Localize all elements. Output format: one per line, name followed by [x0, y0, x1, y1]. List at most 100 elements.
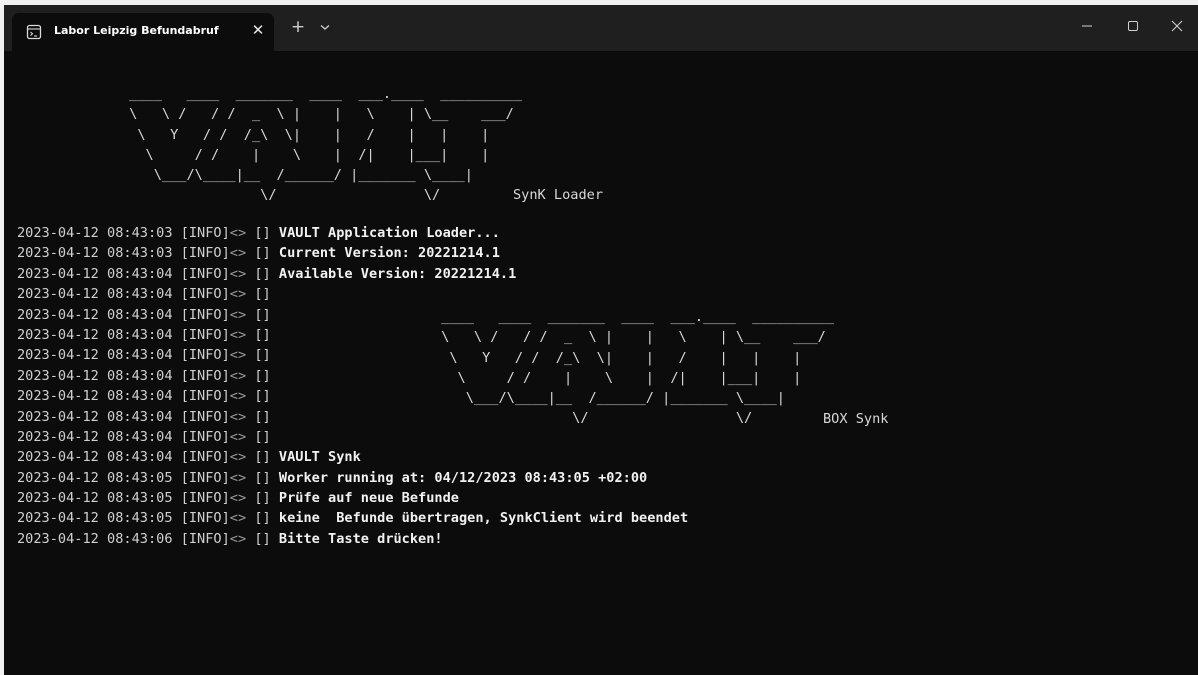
log-timestamp: 2023-04-12 08:43:04	[17, 388, 173, 405]
log-message: Prüfe auf neue Befunde	[278, 490, 459, 507]
log-separator: <>	[229, 306, 247, 323]
log-separator: <>	[229, 449, 247, 466]
log-bracket: []	[254, 408, 271, 425]
log-bracket: []	[254, 449, 271, 466]
tab-labor-leipzig[interactable]: Labor Leipzig Befundabruf ✕	[12, 13, 274, 51]
log-message: Worker running at: 04/12/2023 08:43:05 +…	[278, 469, 648, 486]
log-timestamp: 2023-04-12 08:43:04	[17, 286, 173, 303]
log-bracket: []	[254, 265, 271, 282]
log-line: 2023-04-12 08:43:06 [INFO]<> [] Bitte Ta…	[17, 529, 688, 549]
log-line: 2023-04-12 08:43:03 [INFO]<> [] VAULT Ap…	[17, 223, 688, 243]
log-level: [INFO]	[180, 408, 230, 425]
log-bracket: []	[254, 225, 271, 241]
log-timestamp: 2023-04-12 08:43:05	[17, 510, 173, 527]
log-bracket: []	[254, 286, 271, 303]
log-separator: <>	[229, 367, 247, 384]
minimize-icon[interactable]	[1064, 5, 1110, 49]
log-line: 2023-04-12 08:43:04 [INFO]<> []	[17, 386, 688, 406]
log-level: [INFO]	[180, 469, 230, 486]
log-bracket: []	[254, 530, 271, 547]
log-bracket: []	[254, 428, 271, 445]
log-level: [INFO]	[180, 530, 230, 547]
log-separator: <>	[229, 428, 247, 445]
log-line: 2023-04-12 08:43:04 [INFO]<> []	[17, 305, 688, 325]
log-message: VAULT Synk	[278, 449, 361, 466]
chevron-down-icon[interactable]	[316, 17, 334, 37]
log-bracket: []	[254, 367, 271, 384]
new-tab-button[interactable]: +	[288, 17, 308, 37]
log-line: 2023-04-12 08:43:04 [INFO]<> []	[17, 407, 688, 427]
log-level: [INFO]	[180, 326, 230, 343]
log-level: [INFO]	[180, 347, 230, 364]
tab-close-icon[interactable]: ✕	[248, 20, 268, 40]
log-timestamp: 2023-04-12 08:43:06	[17, 530, 173, 547]
log-separator: <>	[229, 326, 247, 343]
log-bracket: []	[254, 326, 271, 343]
log-level: [INFO]	[180, 306, 230, 323]
terminal-window: Labor Leipzig Befundabruf ✕ + ____ ____ …	[4, 5, 1198, 675]
log-line: 2023-04-12 08:43:04 [INFO]<> []	[17, 284, 688, 304]
box-synk-caption: BOX Synk	[823, 411, 889, 427]
log-line: 2023-04-12 08:43:05 [INFO]<> [] Worker r…	[17, 468, 688, 488]
log-line: 2023-04-12 08:43:04 [INFO]<> []	[17, 427, 688, 447]
log-timestamp: 2023-04-12 08:43:04	[17, 428, 173, 445]
log-line: 2023-04-12 08:43:04 [INFO]<> []	[17, 325, 688, 345]
log-separator: <>	[229, 245, 247, 262]
log-line: 2023-04-12 08:43:05 [INFO]<> [] Prüfe au…	[17, 488, 688, 508]
log-level: [INFO]	[180, 490, 230, 507]
log-level: [INFO]	[180, 510, 230, 527]
log-message: Current Version: 20221214.1	[278, 245, 500, 262]
log-bracket: []	[254, 347, 271, 364]
log-level: [INFO]	[180, 449, 230, 466]
log-line: 2023-04-12 08:43:03 [INFO]<> [] Current …	[17, 243, 688, 263]
log-timestamp: 2023-04-12 08:43:04	[17, 449, 173, 466]
log-bracket: []	[254, 469, 271, 486]
log-level: [INFO]	[180, 388, 230, 405]
log-line: 2023-04-12 08:43:04 [INFO]<> []	[17, 366, 688, 386]
close-icon[interactable]	[1154, 5, 1198, 49]
log-level: [INFO]	[180, 265, 230, 282]
log-line: 2023-04-12 08:43:04 [INFO]<> []	[17, 345, 688, 365]
log-timestamp: 2023-04-12 08:43:04	[17, 347, 173, 364]
log-timestamp: 2023-04-12 08:43:05	[17, 490, 173, 507]
vault-banner-top: ____ ____ _______ ____ ___.____ ________…	[129, 86, 523, 204]
log-level: [INFO]	[180, 286, 230, 303]
log-line: 2023-04-12 08:43:04 [INFO]<> [] Availabl…	[17, 264, 688, 284]
log-timestamp: 2023-04-12 08:43:04	[17, 367, 173, 384]
log-level: [INFO]	[180, 245, 230, 262]
terminal-icon	[26, 24, 42, 40]
log-message: Bitte Taste drücken!	[278, 530, 443, 547]
log-separator: <>	[229, 388, 247, 405]
tab-title: Labor Leipzig Befundabruf	[54, 24, 219, 37]
log-separator: <>	[229, 265, 247, 282]
log-message: keine Befunde übertragen, SynkClient wir…	[278, 510, 689, 527]
log-bracket: []	[254, 510, 271, 527]
terminal-output[interactable]: ____ ____ _______ ____ ___.____ ________…	[4, 51, 1198, 675]
log-line: 2023-04-12 08:43:05 [INFO]<> [] keine Be…	[17, 508, 688, 528]
log-separator: <>	[229, 286, 247, 303]
title-bar[interactable]: Labor Leipzig Befundabruf ✕ +	[4, 5, 1198, 51]
log-level: [INFO]	[180, 367, 230, 384]
log-timestamp: 2023-04-12 08:43:05	[17, 469, 173, 486]
log-separator: <>	[229, 225, 247, 241]
log-bracket: []	[254, 490, 271, 507]
log-timestamp: 2023-04-12 08:43:03	[17, 245, 173, 262]
log-separator: <>	[229, 408, 247, 425]
maximize-icon[interactable]	[1110, 5, 1156, 49]
log-list: 2023-04-12 08:43:03 [INFO]<> [] VAULT Ap…	[17, 223, 688, 549]
log-message: Available Version: 20221214.1	[278, 265, 517, 282]
log-timestamp: 2023-04-12 08:43:03	[17, 225, 173, 241]
synk-loader-caption: SynK Loader	[513, 187, 604, 203]
log-bracket: []	[254, 245, 271, 262]
log-timestamp: 2023-04-12 08:43:04	[17, 306, 173, 323]
log-bracket: []	[254, 306, 271, 323]
log-timestamp: 2023-04-12 08:43:04	[17, 265, 173, 282]
log-timestamp: 2023-04-12 08:43:04	[17, 408, 173, 425]
log-separator: <>	[229, 530, 247, 547]
log-level: [INFO]	[180, 428, 230, 445]
log-message: VAULT Application Loader...	[278, 225, 500, 241]
log-separator: <>	[229, 347, 247, 364]
log-separator: <>	[229, 469, 247, 486]
log-separator: <>	[229, 510, 247, 527]
log-line: 2023-04-12 08:43:04 [INFO]<> [] VAULT Sy…	[17, 447, 688, 467]
